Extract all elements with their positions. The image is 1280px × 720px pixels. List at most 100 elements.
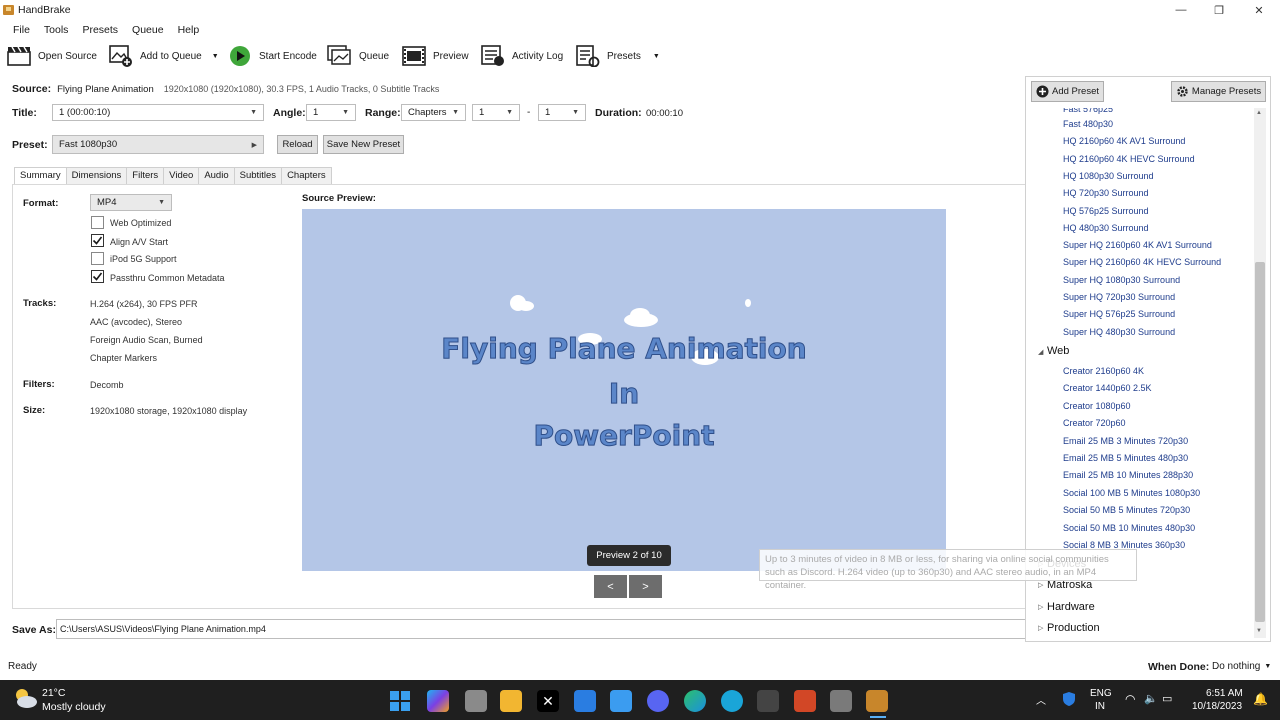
notepad-icon[interactable] xyxy=(610,690,632,712)
preset-item[interactable]: Super HQ 2160p60 4K AV1 Surround xyxy=(1063,240,1212,250)
wifi-icon[interactable]: ◠ xyxy=(1125,692,1135,706)
expand-arrow-icon[interactable]: ◢ xyxy=(1038,348,1043,356)
previous-preview-button[interactable]: < xyxy=(594,575,627,598)
minimize-button[interactable]: — xyxy=(1162,2,1200,18)
tab-chapters[interactable]: Chapters xyxy=(281,167,332,184)
format-select[interactable]: MP4 ▼ xyxy=(90,194,172,211)
weather-temperature[interactable]: 21°C xyxy=(42,687,65,699)
tab-summary[interactable]: Summary xyxy=(14,167,67,184)
task-view-icon[interactable] xyxy=(465,690,487,712)
tab-video[interactable]: Video xyxy=(163,167,200,184)
region-code[interactable]: IN xyxy=(1095,701,1105,712)
scroll-up-icon[interactable]: ▲ xyxy=(1256,110,1262,116)
preview-button[interactable]: Preview xyxy=(401,40,469,72)
manage-presets-button[interactable]: Manage Presets xyxy=(1171,81,1266,102)
handbrake-taskbar-icon[interactable] xyxy=(866,690,888,712)
angle-select[interactable]: 1 ▼ xyxy=(306,104,356,121)
save-new-preset-button[interactable]: Save New Preset xyxy=(323,135,404,154)
copilot-icon[interactable] xyxy=(427,690,449,712)
preset-item[interactable]: Creator 2160p60 4K xyxy=(1063,366,1144,376)
menu-presets[interactable]: Presets xyxy=(75,21,125,39)
discord-icon[interactable] xyxy=(647,690,669,712)
notification-bell-icon[interactable]: 🔔 xyxy=(1253,692,1268,706)
close-button[interactable]: ✕ xyxy=(1240,2,1278,18)
preset-item[interactable]: Social 50 MB 5 Minutes 720p30 xyxy=(1063,505,1190,515)
presets-toolbar-button[interactable]: Presets ▼ xyxy=(575,40,660,72)
when-done-select[interactable]: Do nothing ▼ xyxy=(1212,661,1271,672)
start-encode-button[interactable]: Start Encode xyxy=(227,40,317,72)
open-source-button[interactable]: Open Source xyxy=(6,40,97,72)
preset-item[interactable]: Creator 1080p60 xyxy=(1063,401,1131,411)
add-to-queue-button[interactable]: Add to Queue ▼ xyxy=(108,40,219,72)
align-av-start-checkbox[interactable] xyxy=(91,234,104,247)
passthru-metadata-checkbox[interactable] xyxy=(91,270,104,283)
preset-item[interactable]: HQ 1080p30 Surround xyxy=(1063,171,1154,181)
clock-date[interactable]: 10/18/2023 xyxy=(1192,701,1242,712)
tab-subtitles[interactable]: Subtitles xyxy=(233,167,283,184)
preset-item[interactable]: Creator 720p60 xyxy=(1063,418,1126,428)
queue-button[interactable]: Queue xyxy=(327,40,389,72)
preset-group[interactable]: Hardware xyxy=(1047,601,1095,613)
preset-scrollbar-thumb[interactable] xyxy=(1255,262,1265,622)
range-type-select[interactable]: Chapters ▼ xyxy=(401,104,466,121)
tab-filters[interactable]: Filters xyxy=(126,167,165,184)
battery-icon[interactable]: ▭ xyxy=(1162,692,1172,705)
preset-selector[interactable]: Fast 1080p30 ▶ xyxy=(52,135,264,154)
preset-item[interactable]: HQ 576p25 Surround xyxy=(1063,206,1149,216)
reload-button[interactable]: Reload xyxy=(277,135,318,154)
preset-item[interactable]: HQ 2160p60 4K AV1 Surround xyxy=(1063,136,1185,146)
mail-icon[interactable] xyxy=(574,690,596,712)
file-explorer-icon[interactable] xyxy=(500,690,522,712)
preset-item[interactable]: HQ 720p30 Surround xyxy=(1063,188,1149,198)
show-hidden-icons-chevron-icon[interactable]: ︿ xyxy=(1036,692,1046,707)
preset-item[interactable]: Email 25 MB 5 Minutes 480p30 xyxy=(1063,453,1188,463)
menu-queue[interactable]: Queue xyxy=(125,21,171,39)
ipod-5g-support-checkbox[interactable] xyxy=(91,252,104,265)
menu-file[interactable]: File xyxy=(6,21,37,39)
menu-tools[interactable]: Tools xyxy=(37,21,76,39)
language-code[interactable]: ENG xyxy=(1090,688,1112,699)
game-app-icon[interactable] xyxy=(757,690,779,712)
preset-item[interactable]: HQ 2160p60 4K HEVC Surround xyxy=(1063,154,1195,164)
preset-item[interactable]: HQ 480p30 Surround xyxy=(1063,223,1149,233)
save-as-path-input[interactable]: C:\Users\ASUS\Videos\Flying Plane Animat… xyxy=(56,619,1026,639)
range-start-select[interactable]: 1 ▼ xyxy=(472,104,520,121)
maximize-button[interactable]: ❐ xyxy=(1200,2,1238,18)
powerpoint-icon[interactable] xyxy=(794,690,816,712)
preset-item[interactable]: Fast 576p25 xyxy=(1063,108,1113,114)
tab-audio[interactable]: Audio xyxy=(198,167,235,184)
preset-item[interactable]: Email 25 MB 3 Minutes 720p30 xyxy=(1063,436,1188,446)
clock-time[interactable]: 6:51 AM xyxy=(1206,688,1243,699)
x-app-icon[interactable]: ✕ xyxy=(537,690,559,712)
security-shield-icon[interactable] xyxy=(1062,691,1076,707)
canva-icon[interactable] xyxy=(721,690,743,712)
scroll-down-icon[interactable]: ▼ xyxy=(1256,628,1262,634)
preset-item[interactable]: Creator 1440p60 2.5K xyxy=(1063,383,1152,393)
preset-item[interactable]: Super HQ 576p25 Surround xyxy=(1063,309,1175,319)
add-preset-button[interactable]: Add Preset xyxy=(1031,81,1104,102)
next-preview-button[interactable]: > xyxy=(629,575,662,598)
preset-item[interactable]: Email 25 MB 10 Minutes 288p30 xyxy=(1063,470,1193,480)
add-to-queue-dropdown-icon[interactable]: ▼ xyxy=(212,53,219,60)
preset-item[interactable]: Super HQ 1080p30 Surround xyxy=(1063,275,1180,285)
activity-log-button[interactable]: Activity Log xyxy=(480,40,563,72)
collapse-arrow-icon[interactable]: ▷ xyxy=(1038,624,1043,632)
preset-item[interactable]: Social 50 MB 10 Minutes 480p30 xyxy=(1063,523,1195,533)
preset-group-web[interactable]: Web xyxy=(1047,345,1069,357)
preset-item[interactable]: Super HQ 2160p60 4K HEVC Surround xyxy=(1063,257,1221,267)
windows-start-icon[interactable] xyxy=(389,690,411,712)
preset-group[interactable]: Matroska xyxy=(1047,579,1092,591)
weather-condition[interactable]: Mostly cloudy xyxy=(42,701,106,713)
tab-dimensions[interactable]: Dimensions xyxy=(65,167,128,184)
presets-dropdown-icon[interactable]: ▼ xyxy=(653,53,660,60)
preset-group[interactable]: Production xyxy=(1047,622,1100,634)
title-select[interactable]: 1 (00:00:10) ▼ xyxy=(52,104,264,121)
preset-item[interactable]: Social 100 MB 5 Minutes 1080p30 xyxy=(1063,488,1200,498)
range-end-select[interactable]: 1 ▼ xyxy=(538,104,586,121)
preset-item[interactable]: Super HQ 720p30 Surround xyxy=(1063,292,1175,302)
collapse-arrow-icon[interactable]: ▷ xyxy=(1038,603,1043,611)
preset-item[interactable]: Super HQ 480p30 Surround xyxy=(1063,327,1175,337)
edge-browser-icon[interactable] xyxy=(684,690,706,712)
volume-icon[interactable]: 🔈 xyxy=(1144,692,1158,705)
preset-item[interactable]: Fast 480p30 xyxy=(1063,119,1113,129)
